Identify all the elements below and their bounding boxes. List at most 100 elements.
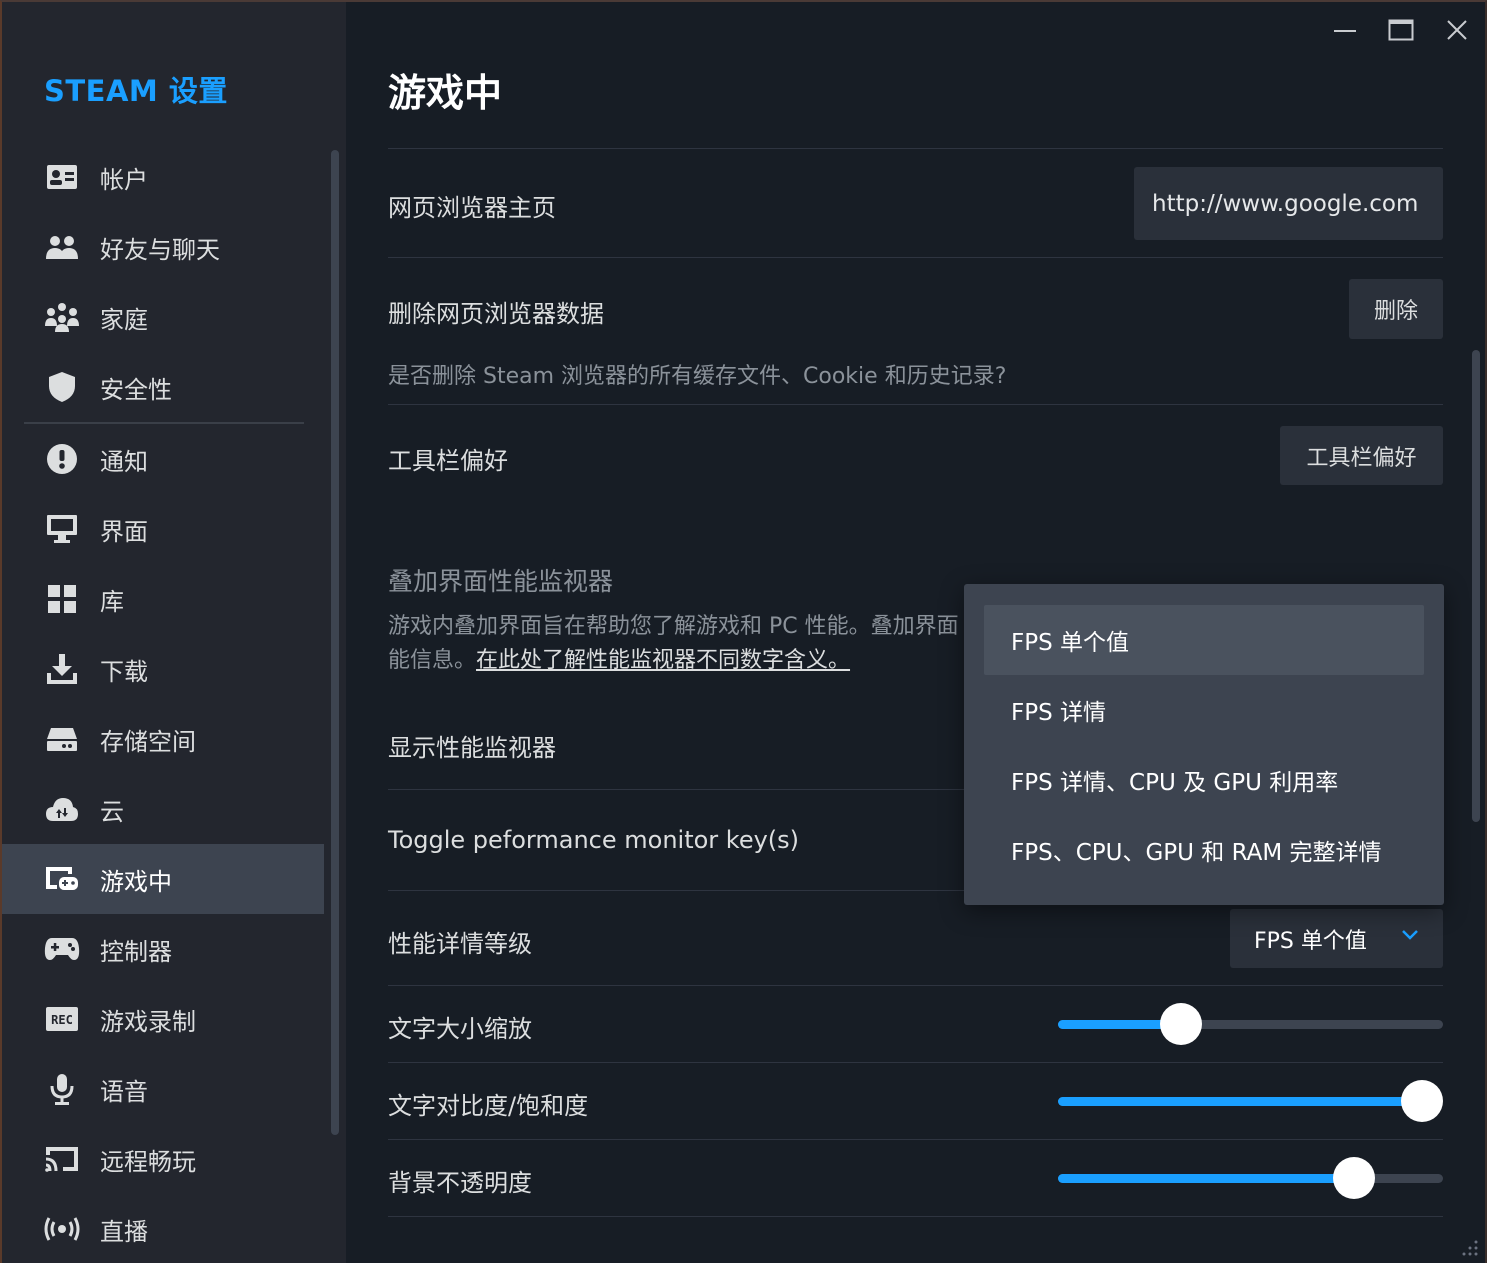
family-icon — [44, 299, 80, 335]
shield-icon — [44, 369, 80, 405]
homepage-url-field[interactable]: http://www.google.com — [1134, 167, 1443, 240]
controller-icon — [44, 931, 80, 967]
window-controls — [1317, 8, 1485, 52]
sidebar-item-storage[interactable]: 存储空间 — [2, 704, 324, 774]
sidebar-item-in-game[interactable]: 游戏中 — [2, 844, 324, 914]
homepage-label: 网页浏览器主页 — [388, 194, 556, 222]
maximize-button[interactable] — [1373, 8, 1429, 52]
sidebar-item-label: 界面 — [100, 517, 148, 546]
overlay-description-line: 能信息。在此处了解性能监视器不同数字含义。 — [388, 644, 988, 678]
sidebar-item-label: 家庭 — [100, 305, 148, 334]
svg-text:REC: REC — [51, 1013, 73, 1027]
friends-icon — [44, 229, 80, 265]
rec-icon: REC — [44, 1001, 80, 1037]
slider-fill — [1058, 1097, 1422, 1106]
sidebar-item-label: 直播 — [100, 1217, 148, 1246]
toolbar-preference-button[interactable]: 工具栏偏好 — [1280, 426, 1443, 485]
sidebar-item-friends[interactable]: 好友与聊天 — [2, 212, 324, 282]
section-divider — [388, 985, 1443, 986]
resize-grip-icon[interactable] — [1457, 1235, 1479, 1257]
microphone-icon — [44, 1071, 80, 1107]
settings-nav: 帐户 好友与聊天 家庭 安全性 通知 界面 库 下载 存储空间 云 游戏中 控制… — [2, 142, 324, 1263]
sidebar-item-label: 好友与聊天 — [100, 235, 220, 264]
sidebar-title: STEAM 设置 — [44, 74, 228, 108]
sidebar-item-account[interactable]: 帐户 — [2, 142, 324, 212]
minimize-button[interactable] — [1317, 8, 1373, 52]
sidebar-item-library[interactable]: 库 — [2, 564, 324, 634]
toggle-monitor-key-label: Toggle peformance monitor key(s) — [388, 826, 800, 854]
sidebar-item-label: 帐户 — [100, 165, 148, 194]
sidebar-item-label: 云 — [100, 797, 124, 826]
cloud-icon — [44, 791, 80, 827]
overlay-monitor-heading: 叠加界面性能监视器 — [388, 567, 614, 596]
page-title: 游戏中 — [388, 71, 503, 115]
sidebar-item-interface[interactable]: 界面 — [2, 494, 324, 564]
section-divider — [388, 404, 1443, 405]
chevron-down-icon — [1402, 930, 1418, 940]
sidebar-item-label: 控制器 — [100, 937, 172, 966]
section-divider — [388, 1216, 1443, 1217]
alert-icon — [44, 441, 80, 477]
background-opacity-slider[interactable] — [1058, 1156, 1443, 1200]
close-icon — [1447, 20, 1467, 40]
sidebar-item-security[interactable]: 安全性 — [2, 352, 324, 422]
sidebar-item-remote-play[interactable]: 远程畅玩 — [2, 1124, 324, 1194]
minimize-icon — [1334, 30, 1356, 32]
section-divider — [388, 257, 1443, 258]
delete-browser-data-label: 删除网页浏览器数据 — [388, 300, 604, 328]
slider-handle[interactable] — [1333, 1157, 1376, 1199]
sidebar-item-label: 语音 — [100, 1077, 148, 1106]
section-divider — [388, 1139, 1443, 1140]
sidebar-item-family[interactable]: 家庭 — [2, 282, 324, 352]
dropdown-option[interactable]: FPS 单个值 — [984, 605, 1424, 675]
overlay-description-line: 游戏内叠加界面旨在帮助您了解游戏和 PC 性能。叠加界面 — [388, 614, 959, 639]
download-icon — [44, 651, 80, 687]
settings-sidebar: STEAM 设置 帐户 好友与聊天 家庭 安全性 通知 界面 库 下载 存储空间… — [0, 0, 346, 1263]
close-button[interactable] — [1429, 8, 1485, 52]
section-divider — [388, 148, 1443, 149]
broadcast-icon — [44, 1211, 80, 1247]
overlay-monitor-description: 游戏内叠加界面旨在帮助您了解游戏和 PC 性能。叠加界面 能信息。在此处了解性能… — [388, 610, 988, 678]
overlay-description-prefix: 能信息。 — [388, 648, 477, 673]
content-scrollbar[interactable] — [1472, 350, 1480, 822]
detail-level-selected: FPS 单个值 — [1254, 928, 1367, 954]
slider-handle[interactable] — [1160, 1003, 1203, 1045]
dropdown-option[interactable]: FPS、CPU、GPU 和 RAM 完整详情 — [984, 815, 1424, 885]
cast-icon — [44, 1141, 80, 1177]
sidebar-item-label: 安全性 — [100, 375, 172, 404]
detail-level-dropdown[interactable]: FPS 单个值 — [1230, 909, 1443, 968]
sidebar-scrollbar[interactable] — [331, 150, 339, 1135]
sidebar-item-label: 通知 — [100, 447, 148, 476]
sidebar-item-label: 游戏中 — [100, 867, 172, 896]
sidebar-item-broadcast[interactable]: 直播 — [2, 1194, 324, 1263]
performance-monitor-help-link[interactable]: 在此处了解性能监视器不同数字含义。 — [476, 648, 850, 673]
show-monitor-label: 显示性能监视器 — [388, 734, 556, 762]
sidebar-item-controller[interactable]: 控制器 — [2, 914, 324, 984]
text-contrast-label: 文字对比度/饱和度 — [388, 1092, 589, 1120]
delete-browser-data-description: 是否删除 Steam 浏览器的所有缓存文件、Cookie 和历史记录? — [388, 364, 1007, 389]
grid-icon — [44, 581, 80, 617]
text-contrast-slider[interactable] — [1058, 1079, 1443, 1123]
in-game-icon — [44, 861, 80, 897]
sidebar-item-recording[interactable]: REC 游戏录制 — [2, 984, 324, 1054]
slider-handle[interactable] — [1400, 1080, 1443, 1122]
dropdown-option[interactable]: FPS 详情 — [984, 675, 1424, 745]
detail-level-menu: FPS 单个值 FPS 详情 FPS 详情、CPU 及 GPU 利用率 FPS、… — [964, 584, 1444, 905]
text-scale-label: 文字大小缩放 — [388, 1015, 532, 1043]
account-card-icon — [44, 159, 80, 195]
section-divider — [388, 1062, 1443, 1063]
text-scale-slider[interactable] — [1058, 1002, 1443, 1046]
sidebar-item-notifications[interactable]: 通知 — [2, 424, 324, 494]
dropdown-option[interactable]: FPS 详情、CPU 及 GPU 利用率 — [984, 745, 1424, 815]
settings-content: 游戏中 网页浏览器主页 http://www.google.com 删除网页浏览… — [346, 0, 1487, 1263]
sidebar-item-label: 下载 — [100, 657, 148, 686]
delete-button[interactable]: 删除 — [1349, 279, 1443, 339]
slider-fill — [1058, 1174, 1355, 1183]
sidebar-item-label: 存储空间 — [100, 727, 196, 756]
sidebar-item-cloud[interactable]: 云 — [2, 774, 324, 844]
sidebar-item-downloads[interactable]: 下载 — [2, 634, 324, 704]
sidebar-item-label: 库 — [100, 587, 124, 616]
sidebar-item-label: 远程畅玩 — [100, 1147, 196, 1176]
sidebar-item-label: 游戏录制 — [100, 1007, 196, 1036]
sidebar-item-voice[interactable]: 语音 — [2, 1054, 324, 1124]
